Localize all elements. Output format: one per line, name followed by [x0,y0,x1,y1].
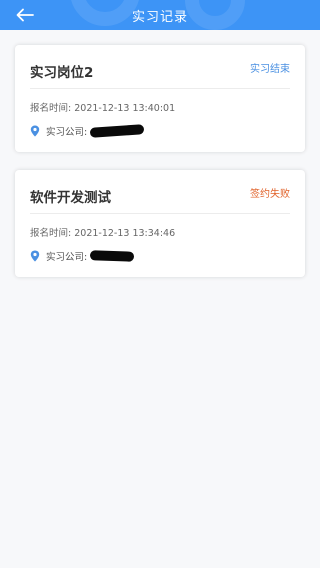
location-pin-icon [30,250,40,262]
divider [30,88,290,89]
back-button[interactable] [12,4,38,26]
divider [30,213,290,214]
company-row: 实习公司: [30,124,145,138]
header-decoration [185,0,245,30]
arrow-left-icon [16,8,34,22]
apply-time: 报名时间: 2021-12-13 13:40:01 [30,100,175,114]
app-header: 实习记录 [0,0,320,30]
record-title: 软件开发测试 [30,190,111,206]
record-title: 实习岗位2 [30,65,94,81]
page-title: 实习记录 [131,9,188,25]
apply-time-label: 报名时间: [30,228,72,239]
location-pin-icon [30,125,40,137]
company-label: 实习公司: [46,127,88,138]
status-badge: 签约失败 [250,189,290,200]
company-label: 实习公司: [46,252,88,263]
status-badge: 实习结束 [250,64,290,75]
redacted-company-name [89,124,145,138]
record-card[interactable]: 实习岗位2 实习结束 报名时间: 2021-12-13 13:40:01 实习公… [15,45,305,152]
redacted-company-name [90,250,135,262]
record-card[interactable]: 软件开发测试 签约失败 报名时间: 2021-12-13 13:34:46 实习… [15,170,305,277]
apply-time-value: 2021-12-13 13:40:01 [74,103,176,114]
company-row: 实习公司: [30,249,135,263]
apply-time-value: 2021-12-13 13:34:46 [74,228,176,239]
header-decoration [70,0,140,26]
apply-time-label: 报名时间: [30,103,72,114]
apply-time: 报名时间: 2021-12-13 13:34:46 [30,225,175,239]
